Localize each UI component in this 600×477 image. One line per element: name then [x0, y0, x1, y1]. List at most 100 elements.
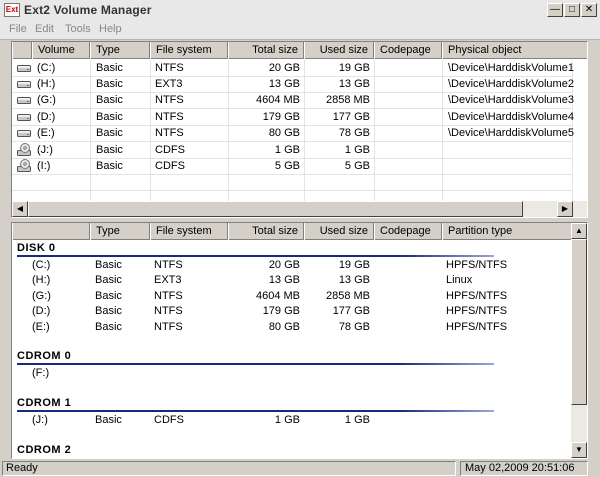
col-codepage-header[interactable]: Codepage	[374, 42, 442, 59]
partition-total-size: 179 GB	[262, 305, 300, 317]
partition-type-name: HPFS/NTFS	[446, 305, 508, 317]
disk-row[interactable]: (H:) Basic EXT3 13 GB 13 GB Linux	[12, 272, 572, 288]
disk-row[interactable]: (F:)	[12, 365, 572, 381]
col-name-header[interactable]	[12, 223, 90, 240]
hard-disk-icon	[17, 97, 31, 104]
disk-row[interactable]: (J:) Basic CDFS 1 GB 1 GB	[12, 412, 572, 428]
scroll-thumb[interactable]	[571, 239, 587, 405]
scroll-up-button[interactable]: ▲	[571, 223, 587, 239]
volume-row-c[interactable]: (C:) Basic NTFS 20 GB 19 GB \Device\Hard…	[12, 60, 574, 76]
volume-used-size: 177 GB	[332, 111, 370, 123]
col-type-header[interactable]: Type	[90, 42, 150, 59]
col-totalsize-header[interactable]: Total size	[228, 223, 304, 240]
group-header-cdrom-2[interactable]: CDROM 2	[17, 444, 71, 456]
partition-type: Basic	[95, 274, 122, 286]
partition-used-size: 13 GB	[338, 274, 370, 286]
scroll-left-button[interactable]: ◀	[12, 201, 28, 217]
col-volume-header[interactable]: Volume	[32, 42, 90, 59]
volume-row-g[interactable]: (G:) Basic NTFS 4604 MB 2858 MB \Device\…	[12, 92, 574, 108]
volume-physical-object: \Device\HarddiskVolume3	[448, 94, 574, 106]
partition-volume: (H:)	[32, 274, 51, 286]
partition-total-size: 4604 MB	[255, 290, 300, 302]
volume-row-j[interactable]: (J:) Basic CDFS 1 GB 1 GB	[12, 142, 572, 158]
disk-row[interactable]: (D:) Basic NTFS 179 GB 177 GB HPFS/NTFS	[12, 303, 572, 319]
menu-file[interactable]: File	[9, 23, 27, 35]
group-header-cdrom-0[interactable]: CDROM 0	[17, 350, 71, 362]
col-usedsize-header[interactable]: Used size	[304, 223, 374, 240]
cdrom-icon	[17, 159, 31, 172]
volume-filesystem: NTFS	[155, 127, 184, 139]
partition-filesystem: NTFS	[154, 259, 183, 271]
scroll-right-button[interactable]: ▶	[557, 201, 573, 217]
volume-used-size: 1 GB	[344, 144, 370, 156]
disks-header: Type File system Total size Used size Co…	[12, 223, 573, 240]
volume-total-size: 4604 MB	[255, 94, 300, 106]
partition-total-size: 80 GB	[268, 321, 300, 333]
scroll-down-button[interactable]: ▼	[571, 442, 587, 458]
disk-row[interactable]: (E:) Basic NTFS 80 GB 78 GB HPFS/NTFS	[12, 319, 572, 335]
col-type-header[interactable]: Type	[90, 223, 150, 240]
scroll-thumb[interactable]	[28, 201, 523, 217]
col-totalsize-header[interactable]: Total size	[228, 42, 304, 59]
partition-filesystem: NTFS	[154, 305, 183, 317]
volume-type: Basic	[96, 127, 123, 139]
volume-type: Basic	[96, 144, 123, 156]
status-text: Ready	[2, 461, 456, 476]
col-usedsize-header[interactable]: Used size	[304, 42, 374, 59]
volume-filesystem: CDFS	[155, 160, 185, 172]
volumes-header: Volume Type File system Total size Used …	[12, 42, 587, 59]
minimize-button[interactable]: —	[547, 3, 563, 17]
col-filesystem-header[interactable]: File system	[150, 42, 228, 59]
volume-type: Basic	[96, 62, 123, 74]
partition-type: Basic	[95, 305, 122, 317]
volume-used-size: 5 GB	[344, 160, 370, 172]
partition-total-size: 1 GB	[274, 414, 300, 426]
volume-type: Basic	[96, 160, 123, 172]
group-header-cdrom-1[interactable]: CDROM 1	[17, 397, 71, 409]
volume-physical-object: \Device\HarddiskVolume2	[448, 78, 574, 90]
partition-filesystem: CDFS	[154, 414, 184, 426]
col-partition-header[interactable]: Partition type	[442, 223, 573, 240]
volumes-list[interactable]: Volume Type File system Total size Used …	[11, 41, 588, 218]
hard-disk-icon	[17, 130, 31, 137]
col-filesystem-header[interactable]: File system	[150, 223, 228, 240]
partition-type-name: HPFS/NTFS	[446, 290, 508, 302]
col-codepage-header[interactable]: Codepage	[374, 223, 442, 240]
volume-filesystem: NTFS	[155, 62, 184, 74]
volume-row-i[interactable]: (I:) Basic CDFS 5 GB 5 GB	[12, 158, 572, 174]
volume-total-size: 5 GB	[274, 160, 300, 172]
maximize-button[interactable]: □	[564, 3, 580, 17]
partition-used-size: 19 GB	[338, 259, 370, 271]
partition-type: Basic	[95, 321, 122, 333]
disks-list[interactable]: Type File system Total size Used size Co…	[11, 222, 588, 459]
volume-row-d[interactable]: (D:) Basic NTFS 179 GB 177 GB \Device\Ha…	[12, 109, 574, 125]
status-bar: Ready May 02,2009 20:51:06	[0, 460, 600, 477]
volume-total-size: 20 GB	[268, 62, 300, 74]
disks-vertical-scrollbar[interactable]: ▲ ▼	[571, 223, 587, 458]
partition-volume: (D:)	[32, 305, 51, 317]
disk-row[interactable]: (G:) Basic NTFS 4604 MB 2858 MB HPFS/NTF…	[12, 288, 572, 304]
menu-help[interactable]: Help	[99, 23, 122, 35]
disk-row[interactable]: (C:) Basic NTFS 20 GB 19 GB HPFS/NTFS	[12, 257, 572, 273]
volume-used-size: 2858 MB	[325, 94, 370, 106]
volume-name: (E:)	[37, 127, 55, 139]
partition-volume: (E:)	[32, 321, 50, 333]
partition-used-size: 177 GB	[332, 305, 370, 317]
col-physical-header[interactable]: Physical object	[442, 42, 587, 59]
menu-edit[interactable]: Edit	[35, 23, 54, 35]
volume-name: (J:)	[37, 144, 53, 156]
volume-type: Basic	[96, 111, 123, 123]
volumes-horizontal-scrollbar[interactable]: ◀ ▶	[12, 201, 587, 217]
volume-row-h[interactable]: (H:) Basic EXT3 13 GB 13 GB \Device\Hard…	[12, 76, 574, 92]
col-icon-header[interactable]	[12, 42, 32, 59]
volume-row-e[interactable]: (E:) Basic NTFS 80 GB 78 GB \Device\Hard…	[12, 125, 574, 141]
partition-filesystem: NTFS	[154, 321, 183, 333]
partition-used-size: 1 GB	[344, 414, 370, 426]
group-header-disk-0[interactable]: DISK 0	[17, 242, 55, 254]
app-icon[interactable]: Ext	[4, 3, 20, 17]
volume-name: (D:)	[37, 111, 56, 123]
menu-tools[interactable]: Tools	[65, 23, 91, 35]
close-button[interactable]: ✕	[581, 3, 597, 17]
title-bar[interactable]: Ext Ext2 Volume Manager — □ ✕	[0, 0, 600, 21]
volume-total-size: 13 GB	[268, 78, 300, 90]
